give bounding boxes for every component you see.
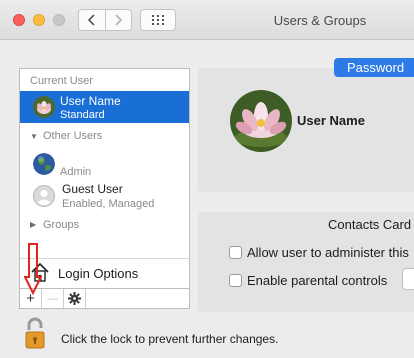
other-users-header: Other Users bbox=[43, 130, 103, 142]
allow-admin-row[interactable]: Allow user to administer this bbox=[229, 244, 409, 260]
chevron-left-icon bbox=[88, 14, 95, 26]
open-parental-controls-button[interactable] bbox=[402, 268, 414, 290]
remove-user-button[interactable]: — bbox=[42, 289, 64, 308]
sidebar-toolbar: + — bbox=[19, 289, 190, 309]
action-menu-button[interactable] bbox=[64, 289, 86, 308]
allow-admin-label: Allow user to administer this bbox=[247, 244, 409, 260]
lock-message: Click the lock to prevent further change… bbox=[61, 332, 279, 346]
back-button[interactable] bbox=[79, 10, 105, 30]
show-all-button[interactable] bbox=[140, 9, 176, 31]
parental-controls-label: Enable parental controls bbox=[247, 272, 388, 288]
guest-user-name: Guest User bbox=[62, 182, 123, 196]
groups-header: Groups bbox=[43, 219, 80, 231]
arrow-down-icon bbox=[24, 243, 42, 295]
parental-controls-row[interactable]: Enable parental controls bbox=[229, 272, 387, 288]
lock-icon[interactable] bbox=[24, 316, 46, 350]
guest-user-status: Enabled, Managed bbox=[62, 198, 155, 210]
user-picture[interactable] bbox=[230, 90, 292, 152]
allow-admin-checkbox[interactable] bbox=[229, 245, 242, 259]
nav-buttons bbox=[78, 9, 132, 31]
disclosure-triangle-open-icon[interactable]: ▼ bbox=[30, 132, 38, 141]
title-bar: Users & Groups bbox=[0, 0, 414, 40]
contacts-card-label[interactable]: Contacts Card bbox=[328, 217, 411, 232]
parental-controls-checkbox[interactable] bbox=[229, 273, 242, 287]
gear-icon bbox=[68, 292, 81, 305]
avatar bbox=[33, 153, 55, 175]
guest-user-row[interactable]: Guest User Enabled, Managed bbox=[20, 181, 189, 213]
chevron-right-icon bbox=[115, 14, 122, 26]
login-options-label: Login Options bbox=[58, 266, 139, 281]
current-user-name: User Name bbox=[60, 94, 121, 108]
current-user-header: Current User bbox=[30, 75, 93, 87]
minimize-window-button[interactable] bbox=[33, 14, 45, 26]
current-user-row[interactable]: User Name Standard bbox=[20, 91, 189, 123]
current-user-role: Standard bbox=[60, 109, 105, 121]
users-sidebar: Current User User Name Standard ▼ Other … bbox=[19, 68, 190, 289]
other-user-role: Admin bbox=[60, 166, 92, 178]
tab-password[interactable]: Password bbox=[334, 58, 414, 77]
close-window-button[interactable] bbox=[13, 14, 25, 26]
login-options-row[interactable]: Login Options bbox=[20, 259, 189, 289]
window-title: Users & Groups bbox=[273, 13, 367, 28]
disclosure-triangle-closed-icon[interactable]: ▶ bbox=[30, 220, 36, 229]
grid-icon bbox=[152, 15, 164, 25]
guest-avatar-icon bbox=[33, 185, 55, 207]
other-user-row[interactable]: Admin bbox=[20, 151, 189, 183]
user-full-name: User Name bbox=[297, 113, 365, 128]
avatar bbox=[33, 96, 55, 118]
forward-button[interactable] bbox=[104, 10, 132, 30]
zoom-window-button[interactable] bbox=[53, 14, 65, 26]
